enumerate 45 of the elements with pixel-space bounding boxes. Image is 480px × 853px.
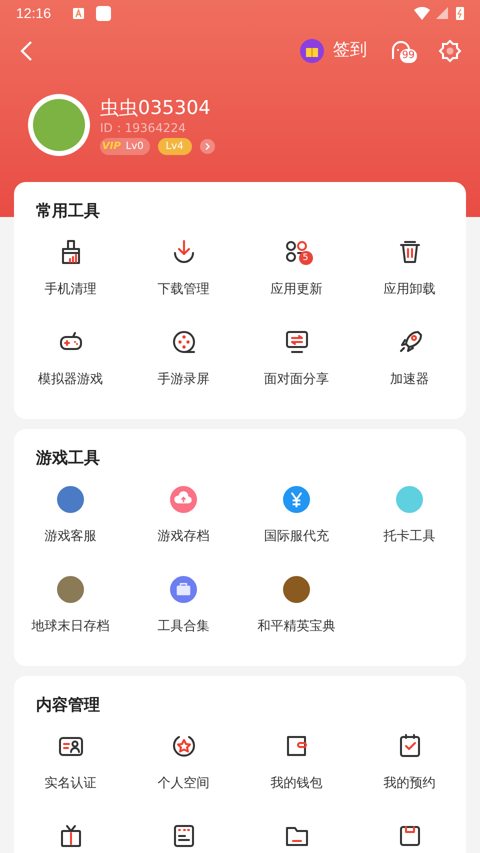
chevron-right-icon[interactable]: [200, 138, 215, 154]
section-title: 常用工具: [35, 201, 101, 221]
back-icon[interactable]: [18, 40, 34, 62]
tool-label[interactable]: 应用卸载: [384, 280, 436, 300]
user-id: ID：19364224: [100, 120, 187, 136]
level-badge: Lv4: [158, 138, 192, 154]
signal-icon: [436, 7, 448, 19]
tool-label[interactable]: 实名认证: [44, 774, 96, 794]
status-time: 12:16: [16, 4, 52, 22]
tool-label[interactable]: 托卡工具: [384, 527, 436, 546]
game-art-placeholder: [283, 576, 310, 602]
cloud-upload-icon: [170, 486, 197, 512]
section-title: 内容管理: [35, 695, 101, 715]
tool-label[interactable]: 我的预约: [384, 774, 436, 794]
tool-label[interactable]: 面对面分享: [264, 370, 329, 390]
tool-label[interactable]: 和平精英宝典: [258, 617, 336, 636]
tool-label[interactable]: 我的钱包: [270, 774, 322, 794]
section-title: 游戏工具: [35, 448, 101, 468]
update-count-badge: 5: [298, 251, 312, 265]
notification-icon: [96, 6, 112, 20]
tool-label[interactable]: 手游录屏: [158, 370, 210, 390]
tool-label[interactable]: 游戏存档: [158, 527, 210, 546]
vip-label: VIP: [100, 138, 123, 154]
battery-icon: [456, 6, 464, 20]
tool-label[interactable]: 模拟器游戏: [38, 370, 103, 390]
user-name: 虫虫035304: [100, 96, 212, 120]
notification-icon: [73, 8, 84, 18]
tool-label[interactable]: 手机清理: [44, 280, 96, 300]
vip-level: Lv0: [126, 140, 144, 154]
game-art-placeholder: [57, 576, 84, 602]
wifi-icon: [414, 6, 430, 20]
message-count-badge: 99: [400, 49, 417, 63]
settings-icon[interactable]: [438, 39, 462, 63]
tool-label[interactable]: 游戏客服: [44, 527, 96, 546]
tool-label[interactable]: 工具合集: [158, 617, 210, 636]
tool-label[interactable]: 地球末日存档: [32, 617, 110, 636]
toolbox-icon: [170, 576, 197, 602]
gift-icon[interactable]: [300, 39, 324, 63]
tool-label[interactable]: 个人空间: [158, 774, 210, 794]
tool-label[interactable]: 国际服代充: [264, 527, 329, 546]
yen-icon: [283, 486, 310, 512]
tool-label[interactable]: 应用更新: [270, 280, 322, 300]
game-art-placeholder: [396, 486, 423, 512]
tool-label[interactable]: 下载管理: [158, 280, 210, 300]
tool-label[interactable]: 加速器: [390, 370, 429, 390]
